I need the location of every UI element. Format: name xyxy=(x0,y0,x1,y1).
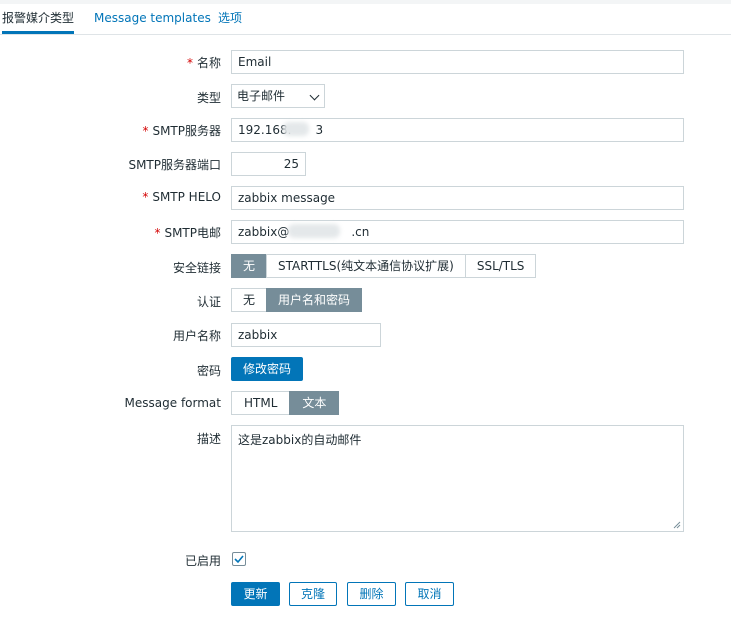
resize-grip-icon[interactable] xyxy=(673,521,681,529)
security-option-none[interactable]: 无 xyxy=(231,254,268,278)
name-input[interactable]: Email xyxy=(231,50,684,74)
chevron-down-icon xyxy=(309,90,320,101)
security-option-ssl-tls[interactable]: SSL/TLS xyxy=(464,254,537,278)
type-select-value: 电子邮件 xyxy=(237,89,286,103)
tab-media-type[interactable]: 报警媒介类型 xyxy=(2,4,75,34)
tab-bar: 报警媒介类型 Message templates 选项 xyxy=(0,4,731,35)
smtp-port-label: SMTP服务器端口 xyxy=(128,158,221,172)
auth-option-user-password[interactable]: 用户名和密码 xyxy=(266,288,363,312)
required-marker: * xyxy=(154,226,161,240)
password-label: 密码 xyxy=(196,364,221,378)
smtp-port-input[interactable]: 25 xyxy=(231,152,306,176)
change-password-button[interactable]: 修改密码 xyxy=(231,357,303,381)
enabled-label: 已启用 xyxy=(184,554,221,568)
description-textarea[interactable]: 这是zabbix的自动邮件 xyxy=(231,425,684,532)
auth-label: 认证 xyxy=(196,295,221,309)
security-label: 安全链接 xyxy=(172,261,221,275)
redaction-blur xyxy=(283,122,309,136)
security-option-starttls[interactable]: STARTTLS(纯文本通信协议扩展) xyxy=(266,254,466,278)
update-button[interactable]: 更新 xyxy=(231,582,280,606)
type-label: 类型 xyxy=(196,91,221,105)
username-label: 用户名称 xyxy=(172,329,221,343)
username-input[interactable]: zabbix xyxy=(231,323,381,347)
required-marker: * xyxy=(142,124,149,138)
description-label: 描述 xyxy=(196,432,221,446)
tab-message-templates[interactable]: Message templates xyxy=(94,4,211,33)
type-select[interactable]: 电子邮件 xyxy=(231,84,325,108)
smtp-email-label: * SMTP电邮 xyxy=(154,226,221,240)
smtp-helo-input[interactable]: zabbix message xyxy=(231,186,684,210)
delete-button[interactable]: 删除 xyxy=(347,582,396,606)
message-format-label: Message format xyxy=(124,396,221,410)
required-marker: * xyxy=(142,190,149,204)
security-segmented: 无 STARTTLS(纯文本通信协议扩展) SSL/TLS xyxy=(231,254,537,278)
redaction-blur xyxy=(288,224,340,238)
auth-option-none[interactable]: 无 xyxy=(231,288,268,312)
name-label: * 名称 xyxy=(186,56,221,70)
smtp-helo-label: * SMTP HELO xyxy=(142,190,221,204)
format-option-text[interactable]: 文本 xyxy=(289,391,340,415)
cancel-button[interactable]: 取消 xyxy=(405,582,454,606)
message-format-segmented: HTML 文本 xyxy=(231,391,340,415)
enabled-checkbox[interactable] xyxy=(232,552,246,566)
description-text: 这是zabbix的自动邮件 xyxy=(238,433,362,447)
format-option-html[interactable]: HTML xyxy=(231,391,291,415)
auth-segmented: 无 用户名和密码 xyxy=(231,288,363,312)
smtp-server-value-end: 3 xyxy=(315,123,324,137)
clone-button[interactable]: 克隆 xyxy=(289,582,337,606)
checkmark-icon xyxy=(234,555,244,564)
smtp-email-value-end: .cn xyxy=(351,225,370,239)
tab-options[interactable]: 选项 xyxy=(218,4,242,33)
smtp-email-value-start: zabbix@ xyxy=(238,225,290,239)
smtp-server-label: * SMTP服务器 xyxy=(142,124,221,138)
required-marker: * xyxy=(186,56,193,70)
